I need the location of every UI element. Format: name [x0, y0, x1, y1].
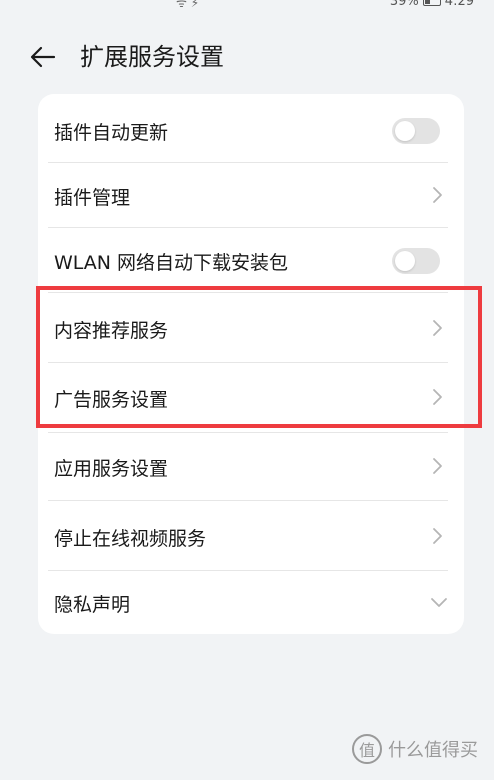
setting-ad-service[interactable]: 广告服务设置: [54, 362, 464, 430]
chevron-right-icon: [433, 389, 442, 405]
battery-icon: [422, 0, 441, 6]
toggle-knob: [395, 251, 415, 271]
setting-wlan-auto-download[interactable]: WLAN 网络自动下载安装包: [54, 227, 464, 291]
setting-stop-online-video[interactable]: 停止在线视频服务: [54, 500, 464, 570]
setting-app-service[interactable]: 应用服务设置: [54, 432, 464, 500]
wlan-auto-download-toggle[interactable]: [392, 248, 440, 274]
chevron-right-icon: [433, 187, 442, 203]
battery-percent: 39%: [389, 0, 419, 9]
setting-plugin-auto-update[interactable]: 插件自动更新: [54, 94, 464, 166]
clock: 4:29: [444, 0, 474, 9]
watermark: 值 什么值得买: [352, 734, 478, 764]
setting-label: 隐私声明: [54, 594, 131, 616]
status-icons: ᯤ ⚡: [176, 0, 200, 10]
settings-card: 插件自动更新 插件管理 WLAN 网络自动下载安装包 内容推荐服务 广告服务设置: [38, 94, 464, 634]
setting-label: 停止在线视频服务: [54, 528, 207, 550]
setting-label: 内容推荐服务: [54, 320, 169, 342]
setting-content-recommendation[interactable]: 内容推荐服务: [54, 292, 464, 362]
chevron-right-icon: [433, 458, 442, 474]
toggle-knob: [395, 121, 415, 141]
status-right: 39% 4:29: [390, 0, 474, 9]
watermark-logo: 值: [352, 734, 382, 764]
setting-label: 插件自动更新: [54, 122, 169, 144]
setting-label: 应用服务设置: [54, 458, 169, 480]
chevron-down-icon: [431, 598, 447, 607]
setting-label: 广告服务设置: [54, 389, 169, 411]
page-title: 扩展服务设置: [80, 43, 224, 71]
chevron-right-icon: [433, 320, 442, 336]
plugin-auto-update-toggle[interactable]: [392, 118, 440, 144]
setting-label: 插件管理: [54, 187, 131, 209]
setting-label: WLAN 网络自动下载安装包: [54, 252, 289, 274]
chevron-right-icon: [433, 528, 442, 544]
setting-privacy-statement[interactable]: 隐私声明: [54, 570, 464, 634]
watermark-text: 什么值得买: [388, 740, 478, 761]
arrow-left-icon[interactable]: [28, 42, 58, 72]
status-bar: ᯤ ⚡ 39% 4:29: [0, 0, 494, 10]
setting-plugin-management[interactable]: 插件管理: [54, 162, 464, 226]
header: 扩展服务设置: [0, 36, 494, 80]
